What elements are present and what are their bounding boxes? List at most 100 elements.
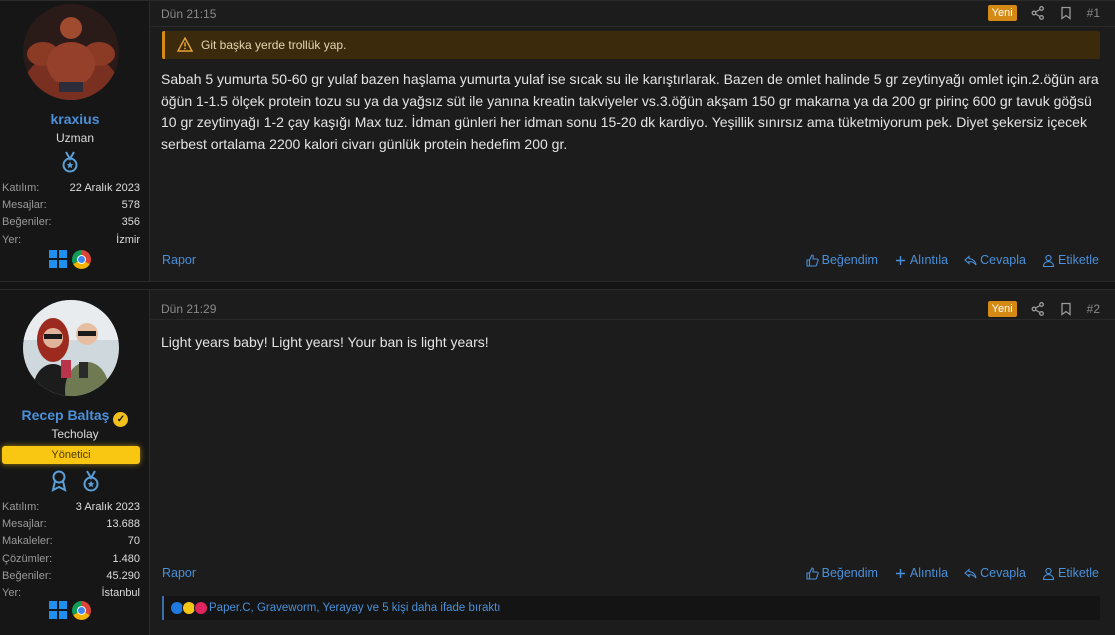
share-icon[interactable] [1031, 302, 1045, 316]
tag-button[interactable]: Etiketle [1042, 566, 1099, 580]
role-banner: Yönetici [2, 446, 140, 464]
post-number[interactable]: #1 [1087, 6, 1100, 20]
stat-row: Beğeniler: 356 [2, 214, 140, 231]
thumbs-up-icon [806, 253, 819, 267]
warning-text: Git başka yerde trollük yap. [201, 38, 347, 52]
post: kraxius Uzman Katılım: 22 Aralık 2023 Mes… [0, 0, 1115, 282]
bookmark-icon[interactable] [1059, 6, 1073, 20]
post-header: Dün 21:15 Yeni #1 [151, 1, 1115, 27]
post-body: Light years baby! Light years! Your ban … [161, 334, 489, 350]
avatar[interactable] [23, 300, 119, 396]
stat-value: 70 [127, 535, 140, 548]
quote-label: Alıntıla [909, 566, 949, 580]
stat-row: Katılım: 3 Aralık 2023 [2, 499, 140, 516]
stat-label: Mesajlar: [2, 518, 47, 531]
post-number[interactable]: #2 [1087, 302, 1100, 316]
award-icon[interactable] [49, 470, 69, 492]
os-icons [49, 601, 109, 620]
medal-icon[interactable] [60, 151, 80, 173]
stat-label: Beğeniler: [2, 569, 52, 582]
stat-row: Yer: İstanbul [2, 585, 140, 602]
stat-value: 13.688 [106, 518, 140, 531]
stat-value: 22 Aralık 2023 [69, 182, 140, 194]
reply-label: Cevapla [980, 253, 1026, 267]
reply-label: Cevapla [980, 566, 1026, 580]
stat-label: Katılım: [2, 501, 40, 513]
username[interactable]: kraxius [0, 111, 150, 127]
stat-value: 3 Aralık 2023 [75, 501, 140, 513]
tag-label: Etiketle [1058, 253, 1099, 267]
username[interactable]: Recep Baltaş ✓ [0, 407, 150, 427]
stat-row: Mesajlar: 13.688 [2, 516, 140, 533]
chrome-icon [72, 250, 91, 269]
like-button[interactable]: Beğendim [806, 566, 878, 580]
stat-row: Makaleler: 70 [2, 533, 140, 550]
user-stats: Katılım: 22 Aralık 2023 Mesajlar: 578 Beğe… [2, 180, 140, 249]
post-date[interactable]: Dün 21:29 [161, 302, 216, 316]
stat-value: 1.480 [112, 552, 140, 565]
user-stats: Katılım: 3 Aralık 2023 Mesajlar: 13.688 Ma… [2, 499, 140, 602]
dislike-reaction-icon [194, 601, 208, 615]
reply-icon [964, 567, 977, 578]
medal-icon[interactable] [81, 470, 101, 492]
post: Recep Baltaş ✓ Techolay Yönetici Katılım:… [0, 289, 1115, 635]
reply-icon [964, 254, 977, 265]
trophies [0, 470, 150, 497]
report-link[interactable]: Rapor [162, 253, 196, 267]
post-body: Sabah 5 yumurta 50-60 gr yulaf bazen haş… [161, 71, 1099, 152]
reactions-bar[interactable]: Paper.C, Graveworm, Yerayay ve 5 kişi da… [162, 596, 1100, 620]
user-title: Uzman [55, 131, 94, 145]
post-footer: Rapor Beğendim Alıntıla Cevapla Etiketle [151, 251, 1115, 271]
tag-button[interactable]: Etiketle [1042, 253, 1099, 267]
bookmark-icon[interactable] [1059, 302, 1073, 316]
windows-icon [49, 601, 67, 619]
like-label: Beğendim [821, 566, 878, 580]
stat-value: 356 [121, 216, 140, 229]
quote-label: Alıntıla [909, 253, 949, 267]
reaction-icons [170, 601, 208, 615]
reactions-summary[interactable]: Paper.C, Graveworm, Yerayay ve 5 kişi da… [209, 602, 500, 614]
stat-label: Makaleler: [2, 535, 53, 548]
report-link[interactable]: Rapor [162, 566, 196, 580]
like-label: Beğendim [821, 253, 878, 267]
chrome-icon [72, 601, 91, 620]
stat-row: Mesajlar: 578 [2, 197, 140, 214]
post-actions: Beğendim Alıntıla Cevapla Etiketle [806, 566, 1099, 580]
stat-value: 578 [121, 199, 140, 212]
quote-button[interactable]: Alıntıla [894, 566, 948, 580]
user-info-panel: kraxius Uzman Katılım: 22 Aralık 2023 Mes… [0, 1, 150, 281]
user-icon [1042, 254, 1055, 267]
warning-notice: Git başka yerde trollük yap. [162, 31, 1100, 59]
new-badge: Yeni [987, 5, 1017, 21]
username-text[interactable]: Recep Baltaş [22, 407, 110, 423]
new-badge: Yeni [987, 301, 1017, 317]
stat-label: Yer: [2, 586, 22, 599]
stat-row: Çözümler: 1.480 [2, 551, 140, 568]
stat-value: İstanbul [101, 586, 140, 599]
os-icons [49, 250, 109, 269]
reply-button[interactable]: Cevapla [964, 566, 1026, 580]
user-info-panel: Recep Baltaş ✓ Techolay Yönetici Katılım:… [0, 290, 150, 635]
reply-button[interactable]: Cevapla [964, 253, 1026, 267]
avatar[interactable] [23, 4, 119, 100]
verified-icon: ✓ [113, 412, 129, 427]
quote-button[interactable]: Alıntıla [894, 253, 948, 267]
stat-value: İzmir [116, 233, 140, 246]
post-footer: Rapor Beğendim Alıntıla Cevapla Etiketle [151, 564, 1115, 584]
like-button[interactable]: Beğendim [806, 253, 878, 267]
stat-value: 45.290 [106, 569, 140, 582]
share-icon[interactable] [1031, 6, 1045, 20]
stat-label: Yer: [2, 233, 22, 246]
user-icon [1042, 567, 1055, 580]
trophies [0, 151, 145, 178]
tag-label: Etiketle [1058, 566, 1099, 580]
stat-row: Beğeniler: 45.290 [2, 568, 140, 585]
plus-icon [895, 255, 905, 265]
stat-row: Katılım: 22 Aralık 2023 [2, 180, 140, 197]
user-title: Techolay [51, 427, 99, 441]
post-date[interactable]: Dün 21:15 [161, 7, 216, 21]
stat-label: Mesajlar: [2, 199, 47, 212]
windows-icon [49, 250, 67, 268]
stat-label: Katılım: [2, 182, 40, 194]
post-actions: Beğendim Alıntıla Cevapla Etiketle [806, 253, 1099, 267]
